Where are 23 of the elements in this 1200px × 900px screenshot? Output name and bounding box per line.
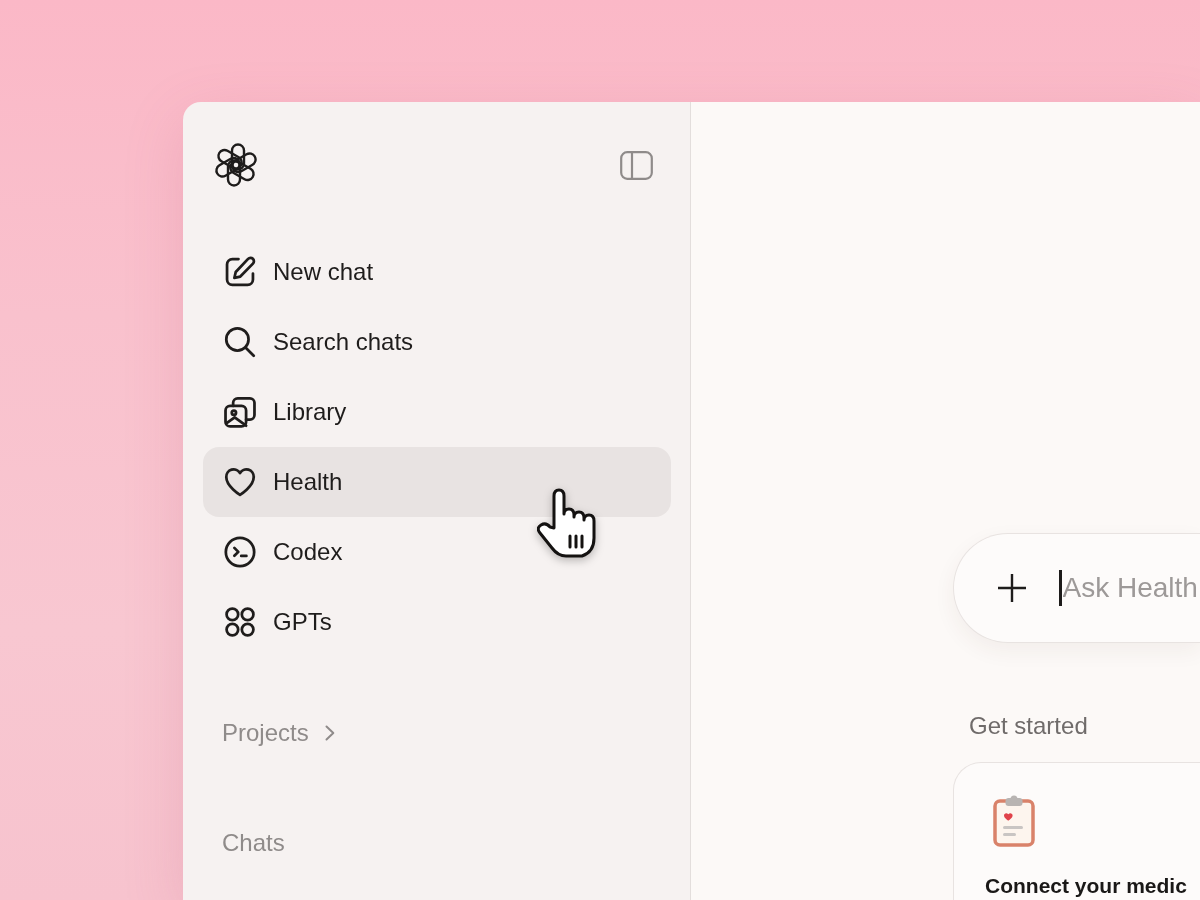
card-title: Connect your medic [985, 874, 1187, 898]
sidebar-nav-item[interactable]: New chat [203, 237, 671, 307]
get-started-card[interactable]: Connect your medic [953, 762, 1200, 900]
hand-pointer-icon [537, 488, 599, 558]
images-icon [224, 396, 256, 428]
sidebar-nav-item[interactable]: Codex [203, 517, 671, 587]
search-icon [224, 326, 256, 358]
plus-icon[interactable] [997, 573, 1027, 603]
side-panel-icon[interactable] [620, 150, 653, 180]
chats-section-heading: Chats [222, 828, 285, 858]
text-caret-icon [1059, 570, 1062, 606]
sidebar-nav-item[interactable]: Library [203, 377, 671, 447]
compose-icon [224, 256, 256, 288]
heart-icon [224, 466, 256, 498]
section-heading: Get started [969, 711, 1088, 741]
terminal-circle-icon [224, 536, 256, 568]
sidebar-nav-item[interactable]: GPTs [203, 587, 671, 657]
sidebar-nav-item[interactable]: Health [203, 447, 671, 517]
clipboard-heart-icon [993, 795, 1035, 847]
message-input[interactable]: Ask Health [1061, 572, 1200, 604]
sidebar-nav-item[interactable]: Search chats [203, 307, 671, 377]
four-dots-icon [224, 606, 256, 638]
flower-logo-icon [214, 143, 258, 187]
